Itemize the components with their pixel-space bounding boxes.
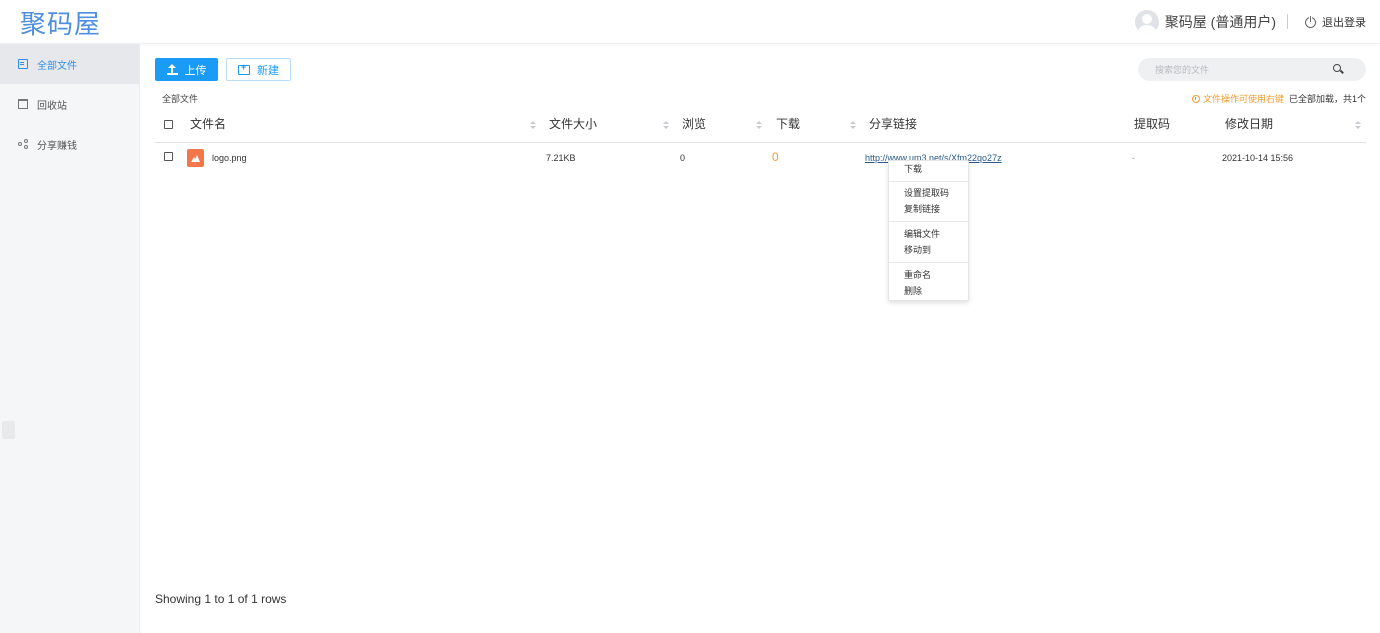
file-name[interactable]: logo.png — [212, 153, 247, 163]
file-views: 0 — [680, 153, 686, 163]
menu-divider — [889, 181, 968, 182]
menu-item-set-code[interactable]: 设置提取码 — [904, 187, 949, 199]
sidebar: 全部文件 回收站 分享赚钱 — [0, 44, 140, 633]
menu-item-delete[interactable]: 删除 — [904, 285, 922, 297]
upload-label: 上传 — [184, 64, 207, 77]
menu-item-copy-link[interactable]: 复制链接 — [904, 203, 940, 215]
column-header-name[interactable]: 文件名 — [190, 110, 226, 141]
sort-icon[interactable] — [663, 121, 669, 131]
search-box — [1138, 58, 1366, 81]
file-size: 7.21KB — [546, 153, 576, 163]
sidebar-item-label: 全部文件 — [37, 60, 77, 72]
sort-icon[interactable] — [850, 121, 856, 131]
power-icon — [1305, 15, 1316, 28]
sort-icon[interactable] — [1355, 121, 1361, 131]
user-name[interactable]: 聚码屋 (普通用户) — [1165, 12, 1276, 32]
context-menu: 下载 设置提取码 复制链接 编辑文件 移动到 重命名 删除 — [888, 160, 969, 301]
select-all-checkbox[interactable] — [164, 120, 173, 129]
search-input[interactable] — [1138, 58, 1328, 81]
row-checkbox[interactable] — [164, 152, 173, 161]
info-icon — [1191, 94, 1200, 103]
extract-code: - — [1132, 153, 1135, 163]
column-header-size[interactable]: 文件大小 — [549, 110, 597, 141]
table-header: 文件名 文件大小 浏览 下载 分享链接 提取码 修改日期 — [155, 110, 1366, 143]
menu-divider — [889, 221, 968, 222]
new-folder-icon — [238, 62, 250, 75]
user-menu[interactable]: 聚码屋 (普通用户) — [1134, 10, 1276, 34]
logout-label: 退出登录 — [1322, 17, 1366, 29]
share-icon — [18, 139, 28, 149]
avatar[interactable] — [1134, 10, 1159, 34]
sidebar-item-all-files[interactable]: 全部文件 — [0, 44, 139, 84]
menu-item-rename[interactable]: 重命名 — [904, 269, 931, 281]
logo[interactable]: 聚码屋 — [20, 4, 101, 41]
header-divider — [1287, 14, 1288, 29]
logout-button[interactable]: 退出登录 — [1305, 14, 1366, 30]
top-header: 聚码屋 聚码屋 (普通用户) 退出登录 — [0, 0, 1380, 44]
column-header-views[interactable]: 浏览 — [682, 110, 706, 141]
files-icon — [18, 59, 28, 69]
menu-item-move[interactable]: 移动到 — [904, 244, 931, 256]
column-header-modified[interactable]: 修改日期 — [1225, 110, 1273, 141]
column-header-code[interactable]: 提取码 — [1134, 110, 1170, 141]
sidebar-item-label: 分享赚钱 — [37, 140, 77, 152]
new-button[interactable]: 新建 — [226, 58, 291, 81]
tip-warning-text: 文件操作可使用右键 — [1202, 94, 1284, 104]
sidebar-collapse-handle[interactable] — [2, 421, 15, 439]
menu-item-download[interactable]: 下载 — [904, 163, 922, 175]
column-header-share-link[interactable]: 分享链接 — [869, 110, 917, 141]
modified-date: 2021-10-14 15:56 — [1222, 153, 1294, 163]
image-file-icon — [187, 149, 204, 167]
table-row[interactable]: logo.png 7.21KB 0 0 http://www.um3.net/s… — [155, 144, 1366, 172]
menu-item-edit[interactable]: 编辑文件 — [904, 228, 940, 240]
pagination-info: Showing 1 to 1 of 1 rows — [155, 592, 287, 606]
sort-icon[interactable] — [530, 121, 536, 131]
sidebar-item-recycle-bin[interactable]: 回收站 — [0, 84, 139, 124]
new-label: 新建 — [257, 64, 279, 77]
upload-button[interactable]: 上传 — [155, 58, 218, 81]
sort-icon[interactable] — [756, 121, 762, 131]
menu-divider — [889, 262, 968, 263]
trash-icon — [18, 99, 28, 109]
sidebar-item-share-earn[interactable]: 分享赚钱 — [0, 124, 139, 164]
column-header-downloads[interactable]: 下载 — [776, 110, 800, 141]
sidebar-item-label: 回收站 — [37, 100, 67, 112]
tip-status-text: 已全部加载，共1个 — [1288, 94, 1366, 104]
breadcrumb[interactable]: 全部文件 — [162, 92, 198, 105]
tip-warning: 文件操作可使用右键 — [1191, 92, 1284, 105]
search-icon[interactable] — [1333, 64, 1341, 72]
file-downloads: 0 — [772, 150, 779, 164]
status-tip: 文件操作可使用右键 已全部加载，共1个 — [1191, 92, 1366, 105]
upload-icon — [166, 63, 178, 75]
